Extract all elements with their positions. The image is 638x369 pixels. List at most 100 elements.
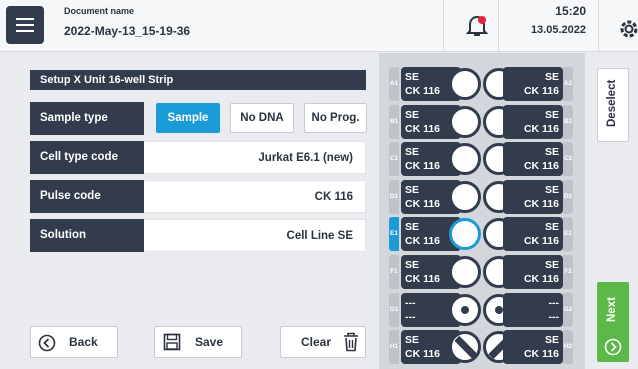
well-solution: SE	[405, 146, 420, 159]
well-pulse-code: CK 116	[523, 122, 559, 135]
sample-option-sample[interactable]: Sample	[156, 103, 220, 133]
pulse-code-field[interactable]: CK 116	[144, 180, 366, 213]
next-label: Next	[606, 297, 618, 322]
well-id-label: F1	[389, 255, 399, 289]
well-pulse-code: CK 116	[523, 197, 559, 210]
well-card-f2[interactable]: SE CK 116	[503, 255, 563, 289]
well-card-h2[interactable]: SE CK 116	[503, 330, 563, 365]
well-pulse-code: CK 116	[405, 348, 441, 361]
well-id-label: B1	[389, 104, 399, 139]
well-card-g2[interactable]: --- ---	[503, 292, 563, 327]
well-card-e2[interactable]: SE CK 116	[503, 217, 563, 252]
sample-option-no-dna[interactable]: No DNA	[230, 103, 294, 133]
well-row: E1 SE CK 116 SE CK 116 E2	[389, 217, 575, 252]
well-row: D1 SE CK 116 SE CK 116 D2	[389, 179, 575, 214]
clock-time: 15:20	[555, 4, 586, 18]
well-pulse-code: CK 116	[523, 348, 559, 361]
document-name-value: 2022-May-13_15-19-36	[64, 24, 191, 38]
well-card-a2[interactable]: SE CK 116	[503, 67, 563, 101]
solution-field[interactable]: Cell Line SE	[144, 219, 366, 252]
well-card-c2[interactable]: SE CK 116	[503, 142, 563, 177]
well-solution: SE	[544, 259, 559, 271]
well-solution: SE	[405, 108, 420, 121]
cell-type-field[interactable]: Jurkat E6.1 (new)	[144, 141, 366, 174]
well-dot-icon	[461, 305, 469, 314]
well-id-label: D2	[563, 179, 573, 214]
next-arrow-icon	[604, 338, 622, 356]
panel-title: Setup X Unit 16-well Strip	[30, 70, 366, 90]
divider	[443, 0, 444, 52]
well-solution: SE	[544, 334, 559, 347]
well-id-label: G2	[563, 292, 573, 327]
well-icon[interactable]	[449, 331, 481, 364]
menu-button[interactable]	[6, 6, 44, 44]
well-icon[interactable]	[449, 180, 481, 213]
sample-type-label: Sample type	[30, 102, 144, 135]
top-bar: Document name 2022-May-13_15-19-36 15:20…	[0, 0, 638, 52]
well-solution: SE	[544, 183, 559, 196]
well-id-label: A1	[389, 67, 399, 101]
well-icon[interactable]	[449, 68, 481, 100]
well-solution: SE	[544, 108, 559, 121]
well-id-label: E2	[563, 217, 573, 252]
well-pulse-code: CK 116	[405, 85, 441, 97]
menu-icon-line	[16, 30, 34, 32]
well-slash-icon	[454, 336, 478, 360]
well-pulse-code: CK 116	[523, 85, 559, 97]
well-id-label: D1	[389, 179, 399, 214]
save-button[interactable]: Save	[154, 326, 242, 358]
deselect-button[interactable]: Deselect	[597, 68, 629, 142]
trash-icon	[344, 332, 358, 352]
well-icon[interactable]	[449, 293, 481, 326]
back-label: Back	[69, 335, 98, 349]
clear-button[interactable]: Clear	[280, 326, 366, 358]
deselect-label: Deselect	[606, 79, 618, 127]
sample-option-no-prog[interactable]: No Prog.	[304, 103, 367, 133]
well-icon[interactable]	[449, 218, 481, 251]
menu-icon	[16, 18, 34, 20]
document-name-label: Document name	[64, 6, 135, 16]
well-solution: ---	[548, 296, 560, 309]
well-id-label: A2	[563, 67, 573, 101]
well-pulse-code: CK 116	[405, 235, 441, 248]
well-id-label: E1	[389, 217, 399, 252]
well-solution: SE	[405, 259, 420, 271]
well-solution: SE	[544, 221, 559, 234]
settings-icon[interactable]	[618, 18, 638, 40]
divider	[598, 0, 599, 52]
well-row: H1 SE CK 116 SE CK 116 H2	[389, 330, 575, 365]
save-icon	[163, 333, 181, 351]
save-label: Save	[195, 335, 224, 349]
well-row: C1 SE CK 116 SE CK 116 C2	[389, 142, 575, 177]
well-card-d2[interactable]: SE CK 116	[503, 179, 563, 214]
well-pulse-code: ---	[405, 310, 416, 323]
back-arrow-icon	[38, 334, 56, 352]
cell-type-label: Cell type code	[30, 141, 144, 174]
well-row: B1 SE CK 116 SE CK 116 B2	[389, 104, 575, 139]
pulse-code-label: Pulse code	[30, 180, 144, 213]
well-pulse-code: CK 116	[523, 235, 559, 248]
well-solution: SE	[544, 71, 559, 83]
well-solution: SE	[405, 221, 420, 234]
well-row: F1 SE CK 116 SE CK 116 F2	[389, 255, 575, 289]
back-button[interactable]: Back	[30, 326, 118, 358]
well-id-label: H1	[389, 330, 399, 365]
well-solution: SE	[405, 334, 420, 347]
next-button[interactable]: Next	[597, 282, 629, 362]
well-pulse-code: CK 116	[523, 273, 559, 285]
well-solution: SE	[405, 71, 420, 83]
well-id-label: C2	[563, 142, 573, 177]
bell-alert-icon[interactable]	[466, 14, 488, 38]
well-pulse-code: CK 116	[405, 273, 441, 285]
well-id-label: B2	[563, 104, 573, 139]
well-solution: ---	[405, 296, 416, 309]
clear-label: Clear	[301, 335, 332, 349]
well-icon[interactable]	[449, 105, 481, 138]
divider	[498, 0, 499, 52]
well-icon[interactable]	[449, 256, 481, 288]
well-row: G1 --- --- --- --- G2	[389, 292, 575, 327]
well-id-label: G1	[389, 292, 399, 327]
well-card-b2[interactable]: SE CK 116	[503, 104, 563, 139]
well-icon[interactable]	[449, 143, 481, 176]
well-id-label: C1	[389, 142, 399, 177]
